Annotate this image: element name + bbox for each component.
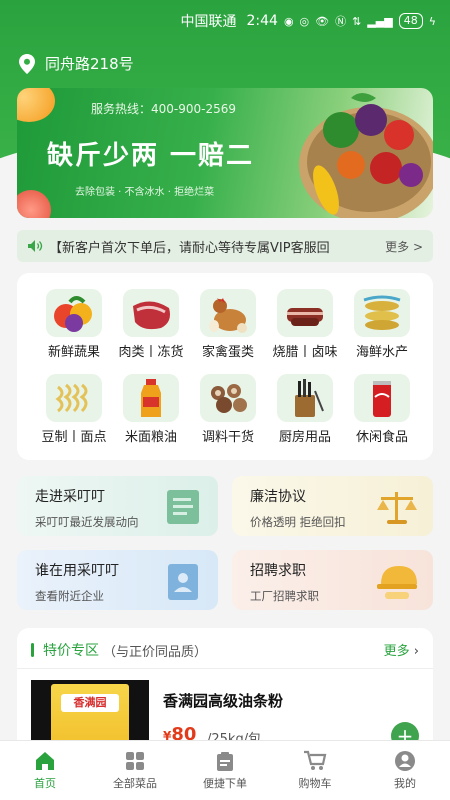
knives-icon <box>277 374 333 422</box>
poultry-icon <box>200 289 256 337</box>
nfc-icon: Ⓝ <box>335 15 347 28</box>
category-item-seafood[interactable]: 海鲜水产 <box>344 289 420 360</box>
noodles-icon <box>46 374 102 422</box>
category-label: 肉类丨冻货 <box>118 345 184 360</box>
bottom-tab-bar: 首页 全部菜品 便捷下单 购物车 我的 <box>0 740 450 800</box>
chevron-right-icon: › <box>413 644 419 659</box>
eye-icon: 👁 <box>315 14 330 28</box>
tab-label: 购物车 <box>298 777 332 790</box>
category-item-cured-meat[interactable]: 烧腊丨卤味 <box>267 289 343 360</box>
announcement-more-link[interactable]: 更多 > <box>385 238 423 255</box>
grid-icon <box>126 752 144 770</box>
category-item-vegetables[interactable]: 新鲜蔬果 <box>36 289 112 360</box>
status-bar: 中国联通 2:44 ◉ ◎ 👁 Ⓝ ⇅ ▂▄▆ 48 ϟ <box>0 0 450 42</box>
tab-label: 我的 <box>394 777 416 790</box>
banner-slogan: 缺斤少两 一赔二 <box>47 141 255 171</box>
location-pin-icon <box>19 53 35 74</box>
special-offers-title: 特价专区 <box>43 643 99 659</box>
tab-label: 全部菜品 <box>113 777 157 790</box>
grapefruit-decoration <box>17 190 51 218</box>
product-brand-label: 香满园 <box>61 694 119 712</box>
announcement-bar[interactable]: 【新客户首次下单后，请耐心等待专属VIP客服回 更多 > <box>17 230 433 262</box>
speaker-icon <box>28 240 43 252</box>
meat-icon <box>123 289 179 337</box>
category-label: 调料干货 <box>201 430 254 445</box>
tab-home[interactable]: 首页 <box>0 741 90 800</box>
special-offers-header: 特价专区 （与正价同品质） <box>31 640 207 660</box>
section-accent-bar <box>31 643 34 657</box>
banner-subtitle: 去除包装 · 不含冰水 · 拒绝烂菜 <box>75 187 215 198</box>
category-label: 烧腊丨卤味 <box>272 345 338 360</box>
tab-profile[interactable]: 我的 <box>360 741 450 800</box>
location-selector[interactable]: 同舟路218号 <box>18 53 134 74</box>
notification-icon: ◉ <box>283 14 294 28</box>
worker-helmet-icon <box>377 566 417 599</box>
tab-all-dishes[interactable]: 全部菜品 <box>90 741 180 800</box>
user-icon <box>395 751 415 771</box>
product-name: 香满园高级油条粉 <box>163 692 284 710</box>
clock: 2:44 <box>246 13 278 29</box>
vegetable-basket-image <box>299 93 433 218</box>
tab-quick-order[interactable]: 便捷下单 <box>180 741 270 800</box>
announcement-text: 【新客户首次下单后，请耐心等待专属VIP客服回 <box>49 240 330 256</box>
about-card[interactable]: 走进采叮叮 采叮叮最近发展动向 <box>17 476 218 536</box>
category-label: 休闲食品 <box>355 430 408 445</box>
category-grid: 新鲜蔬果 肉类丨冻货 家禽蛋类 烧腊丨卤味 海鲜水产 豆制丨面点 米面粮油 调料… <box>17 273 433 460</box>
category-item-meat[interactable]: 肉类丨冻货 <box>113 289 189 360</box>
snack-can-icon <box>354 374 410 422</box>
category-item-seasoning[interactable]: 调料干货 <box>190 374 266 445</box>
promo-banner[interactable]: 服务热线：400-900-2569 缺斤少两 一赔二 去除包装 · 不含冰水 ·… <box>17 88 433 218</box>
special-offers-note: （与正价同品质） <box>103 644 208 660</box>
oil-icon <box>123 374 179 422</box>
document-icon <box>167 490 199 524</box>
cured-meat-icon <box>277 289 333 337</box>
divider <box>17 668 433 669</box>
battery-icon: 48 <box>398 13 423 29</box>
integrity-card[interactable]: 廉洁协议 价格透明 拒绝回扣 <box>232 476 433 536</box>
category-item-kitchen[interactable]: 厨房用品 <box>267 374 343 445</box>
speed-indicator: ⇅ <box>352 14 362 28</box>
tab-label: 首页 <box>34 777 56 790</box>
category-label: 家禽蛋类 <box>201 345 254 360</box>
charging-icon: ϟ <box>428 14 436 28</box>
dried-goods-icon <box>200 374 256 422</box>
category-label: 米面粮油 <box>124 430 177 445</box>
category-item-noodles[interactable]: 豆制丨面点 <box>36 374 112 445</box>
category-item-poultry[interactable]: 家禽蛋类 <box>190 289 266 360</box>
category-label: 新鲜蔬果 <box>47 345 100 360</box>
more-label: 更多 <box>383 644 410 659</box>
carrier-name: 中国联通 <box>180 14 237 30</box>
clipboard-icon <box>217 752 233 771</box>
contact-card-icon <box>168 564 198 600</box>
signal-icon: ▂▄▆ <box>367 14 393 28</box>
category-label: 海鲜水产 <box>355 345 408 360</box>
orange-decoration <box>17 88 55 122</box>
vibrate-icon: ◎ <box>299 14 310 28</box>
category-label: 厨房用品 <box>278 430 331 445</box>
cart-icon <box>304 750 327 770</box>
category-label: 豆制丨面点 <box>41 430 107 445</box>
tab-label: 便捷下单 <box>203 777 247 790</box>
balance-scale-icon <box>377 492 417 524</box>
recruitment-card[interactable]: 招聘求职 工厂招聘求职 <box>232 550 433 610</box>
home-icon <box>36 752 54 770</box>
vegetables-icon <box>46 289 102 337</box>
users-card[interactable]: 谁在用采叮叮 查看附近企业 <box>17 550 218 610</box>
seafood-icon <box>354 289 410 337</box>
tab-cart[interactable]: 购物车 <box>270 741 360 800</box>
category-item-grain-oil[interactable]: 米面粮油 <box>113 374 189 445</box>
category-item-snacks[interactable]: 休闲食品 <box>344 374 420 445</box>
banner-hotline: 服务热线：400-900-2569 <box>91 102 237 116</box>
special-offers-more-link[interactable]: 更多 › <box>384 640 419 659</box>
location-address: 同舟路218号 <box>45 55 134 73</box>
